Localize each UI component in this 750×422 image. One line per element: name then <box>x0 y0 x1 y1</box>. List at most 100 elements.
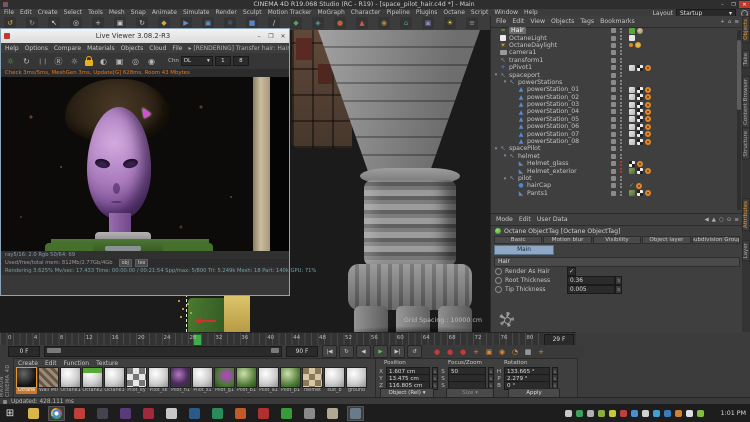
object-item-powerstations[interactable]: ▾ ↖ powerStations <box>491 79 743 86</box>
taskbar-app-red[interactable] <box>71 406 88 421</box>
tray-icon-10[interactable] <box>664 409 671 417</box>
checker-tag-icon[interactable] <box>637 86 643 93</box>
object-item-camera1[interactable]: camera1 <box>491 49 743 56</box>
menu-character[interactable]: Character <box>351 9 381 16</box>
taskbar-chrome[interactable] <box>48 405 65 421</box>
visibility-dots[interactable] <box>620 146 622 149</box>
visibility-dots[interactable] <box>620 42 622 45</box>
lock-resolution-icon[interactable] <box>85 55 93 66</box>
keyframe-clock-icon[interactable]: ◔ <box>510 347 520 357</box>
range-end-field[interactable]: 90 F <box>286 346 318 357</box>
play-button[interactable]: ▶ <box>373 345 388 358</box>
channel-select[interactable]: DL ▾ <box>180 56 213 66</box>
visibility-dots[interactable] <box>620 101 622 104</box>
goto-end-button[interactable]: ▶| <box>390 345 405 358</box>
check-tag-icon[interactable]: ✓ <box>629 182 634 189</box>
object-item-powerstation-03[interactable]: ▲ powerStation_03 <box>491 101 743 108</box>
menu-window[interactable]: Window <box>494 9 518 16</box>
tray-icon-13[interactable] <box>697 409 704 417</box>
material-thumbnail[interactable] <box>214 367 235 388</box>
object-item-haircap[interactable]: ● hairCap ✓ <box>491 182 743 189</box>
material-thumbnail[interactable] <box>104 367 125 388</box>
face-tag-icon[interactable] <box>637 27 643 34</box>
material-menu-function[interactable]: Function <box>64 360 90 367</box>
gear-icon[interactable]: ☼ <box>69 56 80 67</box>
texgreen-tag-icon[interactable] <box>629 168 635 175</box>
layer-toggle[interactable] <box>611 168 616 174</box>
material-menu-texture[interactable]: Texture <box>96 360 118 367</box>
visibility-dots[interactable] <box>620 50 622 53</box>
object-item-octanelight[interactable]: OctaneLight <box>491 34 743 42</box>
checker-tag-icon[interactable] <box>637 116 643 123</box>
target-tag-icon[interactable] <box>637 160 643 167</box>
restart-render-icon[interactable]: ↻ <box>21 56 32 67</box>
am-menu-user-data[interactable]: User Data <box>537 216 568 223</box>
object-item-pants1[interactable]: ◣ Pants1 <box>491 190 743 197</box>
layer-toggle[interactable] <box>611 109 616 115</box>
menu-simulate[interactable]: Simulate <box>183 9 210 16</box>
tray-icon-1[interactable] <box>565 409 572 417</box>
layer-toggle[interactable] <box>611 139 616 145</box>
tray-icon-12[interactable] <box>686 409 693 417</box>
home-icon[interactable]: ⌂ <box>728 19 732 25</box>
om-menu-bookmarks[interactable]: Bookmarks <box>600 18 635 25</box>
menu-animate[interactable]: Animate <box>152 9 177 16</box>
object-item-spacepilot[interactable]: ▾ ↖ spacePilot <box>491 145 743 152</box>
layer-toggle[interactable] <box>611 116 616 122</box>
menu-mesh[interactable]: Mesh <box>109 9 125 16</box>
tex-tag-icon[interactable] <box>629 64 635 71</box>
am-menu-edit[interactable]: Edit <box>519 216 531 223</box>
record-autokey-icon[interactable]: ● <box>458 347 468 357</box>
sun-tag-icon[interactable] <box>635 42 641 49</box>
timeline-ruler[interactable]: 29 F 0 4 8 12 16 20 24 28 32 36 40 44 48 52 56 60 64 68 72… <box>0 332 576 347</box>
tray-icon-3[interactable] <box>587 409 594 417</box>
lv-menu-objects[interactable]: Objects <box>121 45 144 52</box>
subdivision-surface-icon[interactable]: ◆ <box>290 17 302 29</box>
object-item-helmet-exterior[interactable]: ◣ Helmet_exterior <box>491 167 743 175</box>
target-tag-icon[interactable] <box>645 64 651 71</box>
close-button[interactable]: ✕ <box>739 1 750 8</box>
taskbar-photos[interactable] <box>163 406 180 421</box>
visibility-dots[interactable] <box>620 35 622 38</box>
object-item-ppivot1[interactable]: + pPivot1 <box>491 64 743 71</box>
tray-icon-8[interactable] <box>642 409 649 417</box>
tex-tag-icon[interactable] <box>629 116 635 123</box>
target-icon[interactable]: ⊙ <box>727 217 732 223</box>
target-tag-icon[interactable] <box>645 116 651 123</box>
layer-toggle[interactable] <box>611 87 616 93</box>
layer-toggle[interactable] <box>611 190 616 196</box>
material-thumbnail[interactable] <box>60 367 81 388</box>
menu-tools[interactable]: Tools <box>88 9 103 16</box>
minimize-button[interactable]: – <box>253 33 265 40</box>
dot-orange-tag-icon[interactable] <box>629 43 633 48</box>
menu-sculpt[interactable]: Sculpt <box>243 9 262 16</box>
checker-tag-icon[interactable] <box>637 168 643 175</box>
visibility-dots[interactable] <box>620 57 622 60</box>
checker-tag-icon[interactable] <box>637 94 643 101</box>
tex-tag-icon[interactable] <box>629 131 635 138</box>
visibility-dots[interactable] <box>620 79 622 82</box>
lv-menu-options[interactable]: Options <box>25 45 48 52</box>
material-menu-edit[interactable]: Edit <box>45 360 57 367</box>
target-tag-icon[interactable] <box>636 182 643 189</box>
close-button[interactable]: ✕ <box>277 33 289 40</box>
material-pilot-p1[interactable]: Pilot_p1 <box>280 367 301 394</box>
checker-tag-icon[interactable] <box>629 160 635 167</box>
white-tag-icon[interactable] <box>629 35 635 42</box>
section-header-hair[interactable]: Hair <box>494 257 740 267</box>
pause-icon[interactable]: ❘❘ <box>37 56 48 67</box>
volume-icon[interactable]: ● <box>334 17 346 29</box>
tray-icon-11[interactable] <box>675 409 682 417</box>
side-tab-layer[interactable]: Layer <box>742 240 750 262</box>
visibility-dots[interactable] <box>620 109 622 112</box>
light-icon[interactable]: ☀ <box>444 17 456 29</box>
tray-icon-6[interactable] <box>620 409 627 417</box>
tray-icon-7[interactable] <box>631 409 638 417</box>
render-view[interactable] <box>1 77 289 251</box>
keyframe-circle-icon[interactable]: ◉ <box>497 347 507 357</box>
material-thumbnail[interactable] <box>126 367 147 388</box>
value-field[interactable]: 0.005 <box>567 285 615 294</box>
layer-toggle[interactable] <box>611 35 616 41</box>
visibility-dots[interactable] <box>620 116 622 119</box>
object-item-spaceport[interactable]: ▾ ↖ spaceport <box>491 71 743 79</box>
